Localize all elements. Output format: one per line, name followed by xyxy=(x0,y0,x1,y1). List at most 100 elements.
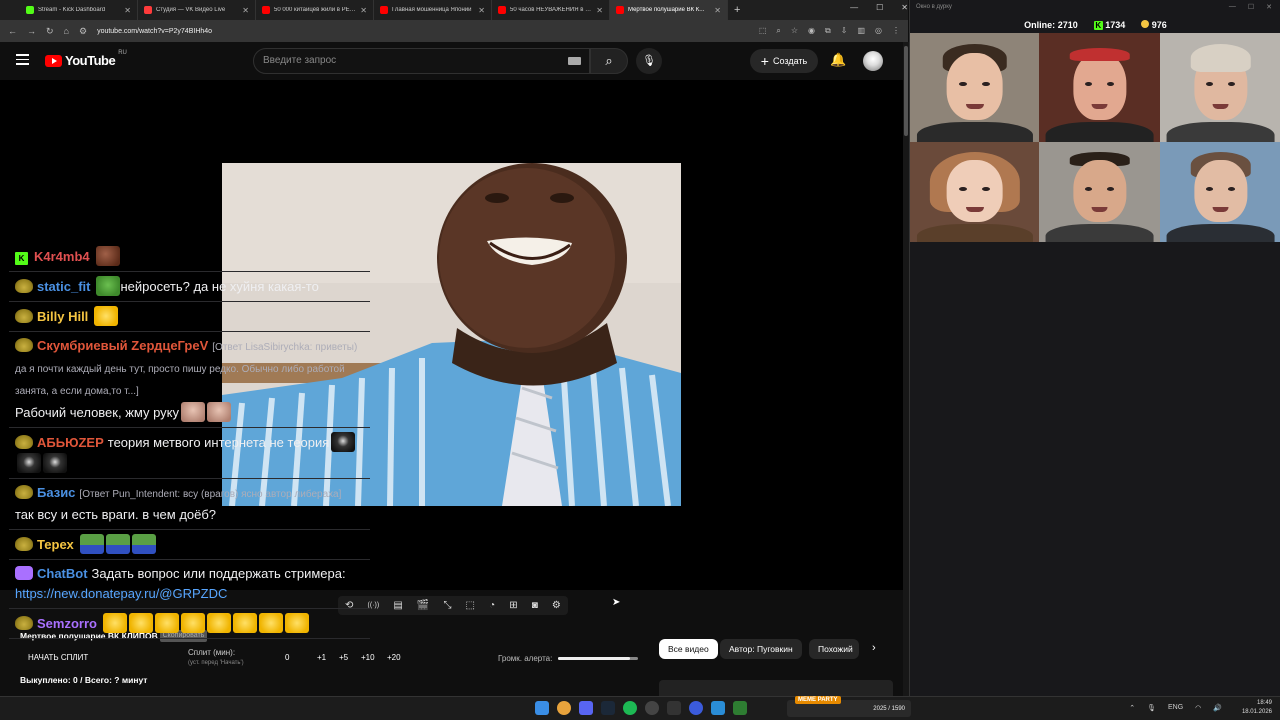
system-tray: ⌃ 🎙 ENG ◠ 🔊 xyxy=(1129,704,1222,712)
browser-tab[interactable]: Студия — VK Видео Live ✕ xyxy=(138,0,256,20)
cut-icon[interactable]: ⬚ xyxy=(466,600,475,611)
chevron-right-icon[interactable]: › xyxy=(872,642,876,654)
chat-reply-context: [Ответ Pun_Intendent: всу (врагов) ясно … xyxy=(79,489,342,500)
tab-close-icon[interactable]: ✕ xyxy=(714,6,721,15)
maximize-icon[interactable]: ☐ xyxy=(876,3,883,12)
download-icon[interactable]: ⇩ xyxy=(841,26,848,36)
site-info-icon[interactable]: ⚙ xyxy=(79,26,87,37)
voice-search-button[interactable]: 🎙 xyxy=(636,48,662,74)
install-icon[interactable]: ⬚ xyxy=(759,26,767,36)
overlay-window-title: Окно в дурку xyxy=(916,4,952,10)
browser-tab[interactable]: Мертвое полушарие ВК К... ✕ xyxy=(610,0,728,20)
chat-username[interactable]: static_fit xyxy=(37,279,90,294)
chat-text: так всу и есть враги. в чем доёб? xyxy=(15,507,217,522)
coin-count: 976 xyxy=(1141,20,1167,30)
tab-close-icon[interactable]: ✕ xyxy=(242,6,249,15)
chip-author[interactable]: Автор: Пуговкин xyxy=(720,639,802,659)
minimize-icon[interactable]: — xyxy=(850,3,858,12)
home-icon[interactable]: ⌂ xyxy=(64,26,69,36)
telegram-icon[interactable] xyxy=(711,701,725,715)
bookmark-star-icon[interactable]: ☆ xyxy=(791,26,798,36)
wifi-icon[interactable]: ◠ xyxy=(1195,704,1201,712)
chat-username[interactable]: K4r4mb4 xyxy=(34,249,90,264)
tab-close-icon[interactable]: ✕ xyxy=(478,6,485,15)
minimize-icon[interactable]: — xyxy=(1229,3,1236,11)
chip-all-videos[interactable]: Все видео xyxy=(659,639,718,659)
viewer-stats: Online: 2710 K 1734 976 xyxy=(910,17,1280,33)
close-icon[interactable]: ✕ xyxy=(901,3,908,12)
forward-icon[interactable]: → xyxy=(27,26,36,36)
chat-link[interactable]: https://new.donatepay.ru/@GRPZDC xyxy=(15,586,227,601)
sidebar-icon[interactable]: ▥ xyxy=(857,26,865,36)
discord-icon[interactable] xyxy=(579,701,593,715)
camera-icon[interactable]: ◙ xyxy=(532,600,538,611)
browser-tab[interactable]: Главная мошенница Японии ✕ xyxy=(374,0,492,20)
extension-icon[interactable]: ◉ xyxy=(808,26,815,36)
spotify-icon[interactable] xyxy=(623,701,637,715)
add-icon[interactable]: ⊞ xyxy=(509,600,517,611)
language-indicator[interactable]: ENG xyxy=(1168,704,1183,712)
chat-message: K K4r4mb4 xyxy=(9,242,370,272)
browser-tab[interactable]: 50 000 китайцев жили в РЕАЛЬ...✕ xyxy=(256,0,374,20)
watch-later-icon[interactable]: ▤ xyxy=(393,600,402,611)
volume-icon[interactable]: 🔊 xyxy=(1213,704,1222,712)
gear-icon[interactable]: ⚙ xyxy=(552,600,561,611)
webcam-tile xyxy=(1039,33,1160,142)
chat-username[interactable]: АБЬЮZЕР xyxy=(37,435,104,450)
meme-party-widget[interactable]: MEME PARTY 2025 / 1590 xyxy=(787,696,911,717)
notifications-bell-icon[interactable]: 🔔 xyxy=(830,52,846,68)
webcam-tile xyxy=(1039,142,1160,242)
avatar[interactable] xyxy=(863,51,883,71)
clapper-icon[interactable]: 🎬 xyxy=(417,600,429,611)
microphone-icon[interactable]: 🎙 xyxy=(1147,704,1156,712)
media-icon[interactable] xyxy=(689,701,703,715)
chat-username[interactable]: Semzorro xyxy=(37,616,97,631)
back-icon[interactable]: ← xyxy=(8,26,17,36)
chat-username[interactable]: ChatBot xyxy=(37,566,88,581)
resize-icon[interactable]: ⤡ xyxy=(443,600,451,611)
search-input[interactable]: Введите запрос xyxy=(253,48,590,74)
browser-tab[interactable]: 50 часов НЕУВАЖЕНИЯ в SAN... ✕ xyxy=(492,0,610,20)
url-field[interactable]: youtube.com/watch?v=P2y74BIHh4o xyxy=(97,28,749,35)
pepe-badge-icon xyxy=(15,616,33,630)
zoom-icon[interactable]: ⌕ xyxy=(776,26,780,36)
emote-icon xyxy=(131,534,156,554)
new-tab-button[interactable]: + xyxy=(734,4,740,16)
app-icon[interactable] xyxy=(667,701,681,715)
clock[interactable]: 18:49 18.01.2026 xyxy=(1242,699,1272,717)
tab-close-icon[interactable]: ✕ xyxy=(124,6,131,15)
obs-icon[interactable] xyxy=(645,701,659,715)
hamburger-menu-icon[interactable] xyxy=(16,54,29,68)
profile-icon[interactable]: ◎ xyxy=(875,26,882,36)
app-icon[interactable] xyxy=(733,701,747,715)
tab-close-icon[interactable]: ✕ xyxy=(596,6,603,15)
menu-icon[interactable]: ⋮ xyxy=(892,26,900,36)
chat-username[interactable]: Терех xyxy=(37,537,74,552)
youtube-logo[interactable]: YouTube RU xyxy=(45,50,127,68)
reload-icon[interactable]: ↻ xyxy=(46,26,54,37)
search-icon: ⌕ xyxy=(605,53,613,68)
emote-icon xyxy=(232,613,257,633)
steam-icon[interactable] xyxy=(601,701,615,715)
maximize-icon[interactable]: ☐ xyxy=(1248,3,1254,11)
chat-username[interactable]: Базис xyxy=(37,485,75,500)
chat-username[interactable]: Скумбриевый ZердцеГреV xyxy=(37,338,208,353)
speed-icon[interactable]: ◔ xyxy=(489,600,495,611)
emote-icon xyxy=(96,276,121,296)
create-button[interactable]: + Создать xyxy=(750,49,818,73)
chip-similar[interactable]: Похожий xyxy=(809,639,859,659)
browser-tab[interactable]: Stream - Kick Dashboard ✕ xyxy=(20,0,138,20)
chat-username[interactable]: Billy Hill xyxy=(37,309,88,324)
windows-start-icon[interactable] xyxy=(535,701,549,715)
webcam-tile xyxy=(910,142,1039,242)
close-icon[interactable]: ✕ xyxy=(1266,3,1272,11)
keyboard-icon[interactable] xyxy=(568,57,581,65)
scrollbar-thumb[interactable] xyxy=(904,46,908,136)
extensions-puzzle-icon[interactable]: ⧉ xyxy=(825,26,831,36)
tab-close-icon[interactable]: ✕ xyxy=(360,6,367,15)
recommended-thumbnail[interactable] xyxy=(659,680,893,696)
chrome-icon[interactable] xyxy=(557,701,571,715)
chevron-up-icon[interactable]: ⌃ xyxy=(1129,704,1135,712)
search-button[interactable]: ⌕ xyxy=(590,48,628,74)
increment-button[interactable]: +20 xyxy=(387,653,401,662)
